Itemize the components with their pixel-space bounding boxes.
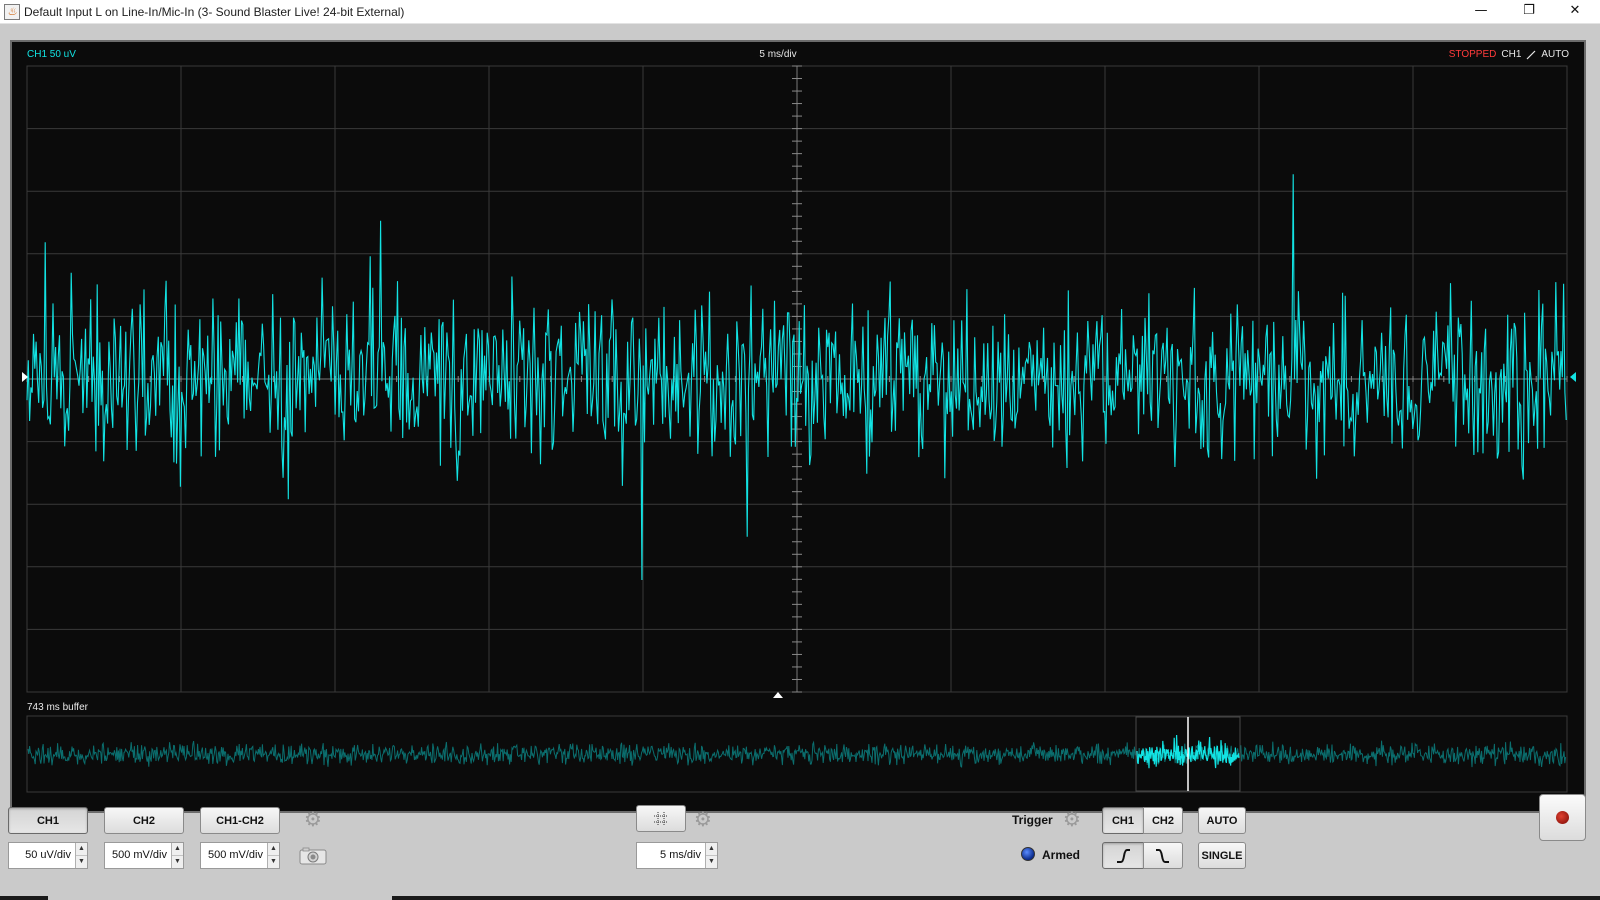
armed-label: Armed bbox=[1042, 848, 1081, 862]
java-cup-icon: ♨ bbox=[4, 4, 20, 20]
ch2-scale-stepper[interactable]: 500 mV/div ▲ ▼ bbox=[104, 842, 184, 869]
gear-icon[interactable]: ⚙ bbox=[302, 808, 324, 830]
ch1-scale-up[interactable]: ▲ bbox=[76, 843, 87, 855]
record-icon bbox=[1556, 811, 1569, 824]
ch2-scale-value: 500 mV/div bbox=[111, 849, 167, 861]
bottom-border bbox=[0, 896, 1600, 900]
trigger-ch2-button[interactable]: CH2 bbox=[1143, 807, 1183, 834]
minimize-button[interactable]: — bbox=[1458, 0, 1504, 23]
app-body: CH1 50 uV 5 ms/div STOPPED CH1 AUTO 743 … bbox=[0, 24, 1600, 900]
trigger-mode-label: AUTO bbox=[1541, 49, 1569, 60]
scope-display[interactable] bbox=[12, 42, 1584, 811]
trigger-ch1-button[interactable]: CH1 bbox=[1102, 807, 1144, 834]
trigger-position-marker[interactable] bbox=[773, 692, 783, 698]
grid-icon bbox=[654, 811, 668, 826]
auto-button[interactable]: AUTO bbox=[1198, 807, 1246, 834]
ch1-scale-value: 50 uV/div bbox=[25, 849, 71, 861]
trigger-level-marker[interactable] bbox=[1570, 372, 1576, 382]
window-title: Default Input L on Line-In/Mic-In (3- So… bbox=[24, 5, 405, 19]
scope-panel: CH1 50 uV 5 ms/div STOPPED CH1 AUTO 743 … bbox=[10, 40, 1586, 813]
grid-toggle-button[interactable] bbox=[636, 805, 686, 832]
falling-edge-button[interactable] bbox=[1143, 842, 1183, 869]
timebase-up[interactable]: ▲ bbox=[706, 843, 717, 855]
trigger-source-label: CH1 bbox=[1501, 49, 1522, 60]
ch2-scale-up[interactable]: ▲ bbox=[172, 843, 183, 855]
record-button[interactable] bbox=[1539, 794, 1586, 841]
ch1-scale-stepper[interactable]: 50 uV/div ▲ ▼ bbox=[8, 842, 88, 869]
diff-scale-stepper[interactable]: 500 mV/div ▲ ▼ bbox=[200, 842, 280, 869]
armed-indicator bbox=[1021, 847, 1035, 861]
timebase-value: 5 ms/div bbox=[660, 849, 701, 861]
restore-button[interactable]: ❐ bbox=[1506, 0, 1552, 23]
ch2-scale-down[interactable]: ▼ bbox=[172, 855, 183, 867]
diff-scale-down[interactable]: ▼ bbox=[268, 855, 279, 867]
timebase-down[interactable]: ▼ bbox=[706, 855, 717, 867]
ch1-button[interactable]: CH1 bbox=[8, 807, 88, 834]
ch1-ch2-button[interactable]: CH1-CH2 bbox=[200, 807, 280, 834]
rising-edge-icon bbox=[1526, 50, 1536, 59]
scope-status-group: STOPPED CH1 AUTO bbox=[1449, 49, 1569, 60]
ch2-button[interactable]: CH2 bbox=[104, 807, 184, 834]
rising-edge-button[interactable] bbox=[1102, 842, 1144, 869]
timebase-label: 5 ms/div bbox=[759, 49, 797, 60]
camera-icon[interactable] bbox=[298, 846, 328, 866]
single-button[interactable]: SINGLE bbox=[1198, 842, 1246, 869]
falling-edge-icon bbox=[1156, 848, 1169, 863]
ch1-scale-down[interactable]: ▼ bbox=[76, 855, 87, 867]
status-stopped: STOPPED bbox=[1448, 49, 1497, 60]
trigger-label: Trigger bbox=[1012, 813, 1053, 827]
title-bar: ♨ Default Input L on Line-In/Mic-In (3- … bbox=[0, 0, 1600, 24]
channel-scale-label: CH1 50 uV bbox=[27, 49, 76, 60]
diff-scale-up[interactable]: ▲ bbox=[268, 843, 279, 855]
rising-edge-icon bbox=[1117, 848, 1130, 863]
buffer-length-label: 743 ms buffer bbox=[27, 702, 88, 713]
buffer-trace bbox=[27, 740, 1567, 768]
gear-icon[interactable]: ⚙ bbox=[1061, 808, 1083, 830]
close-button[interactable]: ✕ bbox=[1552, 0, 1598, 23]
diff-scale-value: 500 mV/div bbox=[207, 849, 263, 861]
timebase-stepper[interactable]: 5 ms/div ▲ ▼ bbox=[636, 842, 718, 869]
gear-icon[interactable]: ⚙ bbox=[692, 808, 714, 830]
